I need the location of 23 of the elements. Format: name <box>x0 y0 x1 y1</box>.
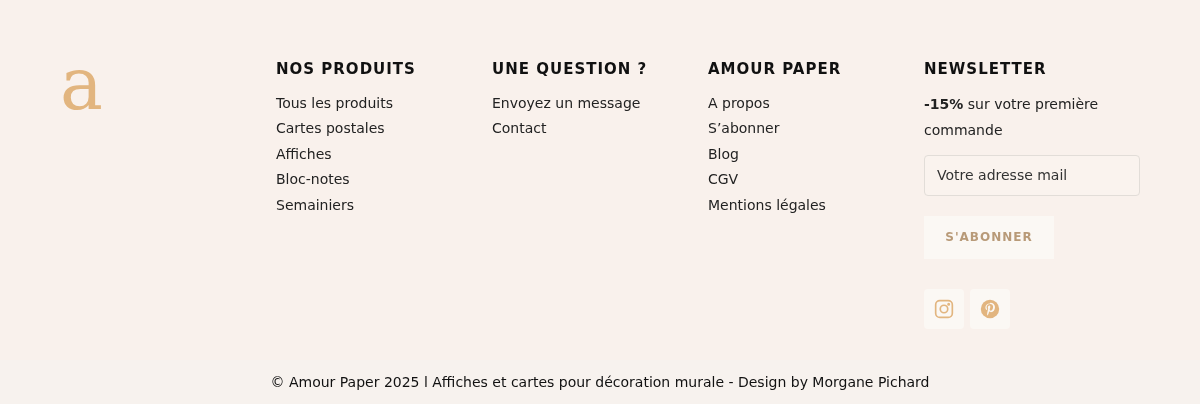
pinterest-icon <box>980 298 1000 319</box>
footer-link[interactable]: Bloc-notes <box>276 167 350 193</box>
footer-link[interactable]: Mentions légales <box>708 192 826 218</box>
footer-link[interactable]: CGV <box>708 167 739 193</box>
footer-link[interactable]: Blog <box>708 141 739 167</box>
footer-link[interactable]: Tous les produits <box>276 90 393 116</box>
instagram-icon <box>934 298 954 319</box>
copyright-text: © Amour Paper 2025 l Affiches et cartes pour décoration murale - Design by Morgane Pichard <box>270 372 930 392</box>
footer-link[interactable]: Contact <box>492 116 547 142</box>
footer-link[interactable]: Envoyez un message <box>492 90 641 116</box>
newsletter-offer: -15% sur votre première commande <box>924 94 1100 140</box>
instagram-link[interactable] <box>924 288 964 329</box>
footer-link[interactable]: Semainiers <box>276 192 355 218</box>
column-heading: NEWSLETTER <box>924 59 1048 80</box>
column-heading: AMOUR PAPER <box>708 59 843 80</box>
column-heading: NOS PRODUITS <box>276 59 417 80</box>
footer-link[interactable]: Cartes postales <box>276 116 385 142</box>
pinterest-link[interactable] <box>970 288 1010 329</box>
email-field[interactable]: Votre adresse mail <box>924 154 1140 196</box>
footer-link[interactable]: S’abonner <box>708 116 780 142</box>
footer-link[interactable]: Affiches <box>276 141 332 167</box>
column-heading: UNE QUESTION ? <box>492 59 649 80</box>
footer-link[interactable]: A propos <box>708 90 770 116</box>
